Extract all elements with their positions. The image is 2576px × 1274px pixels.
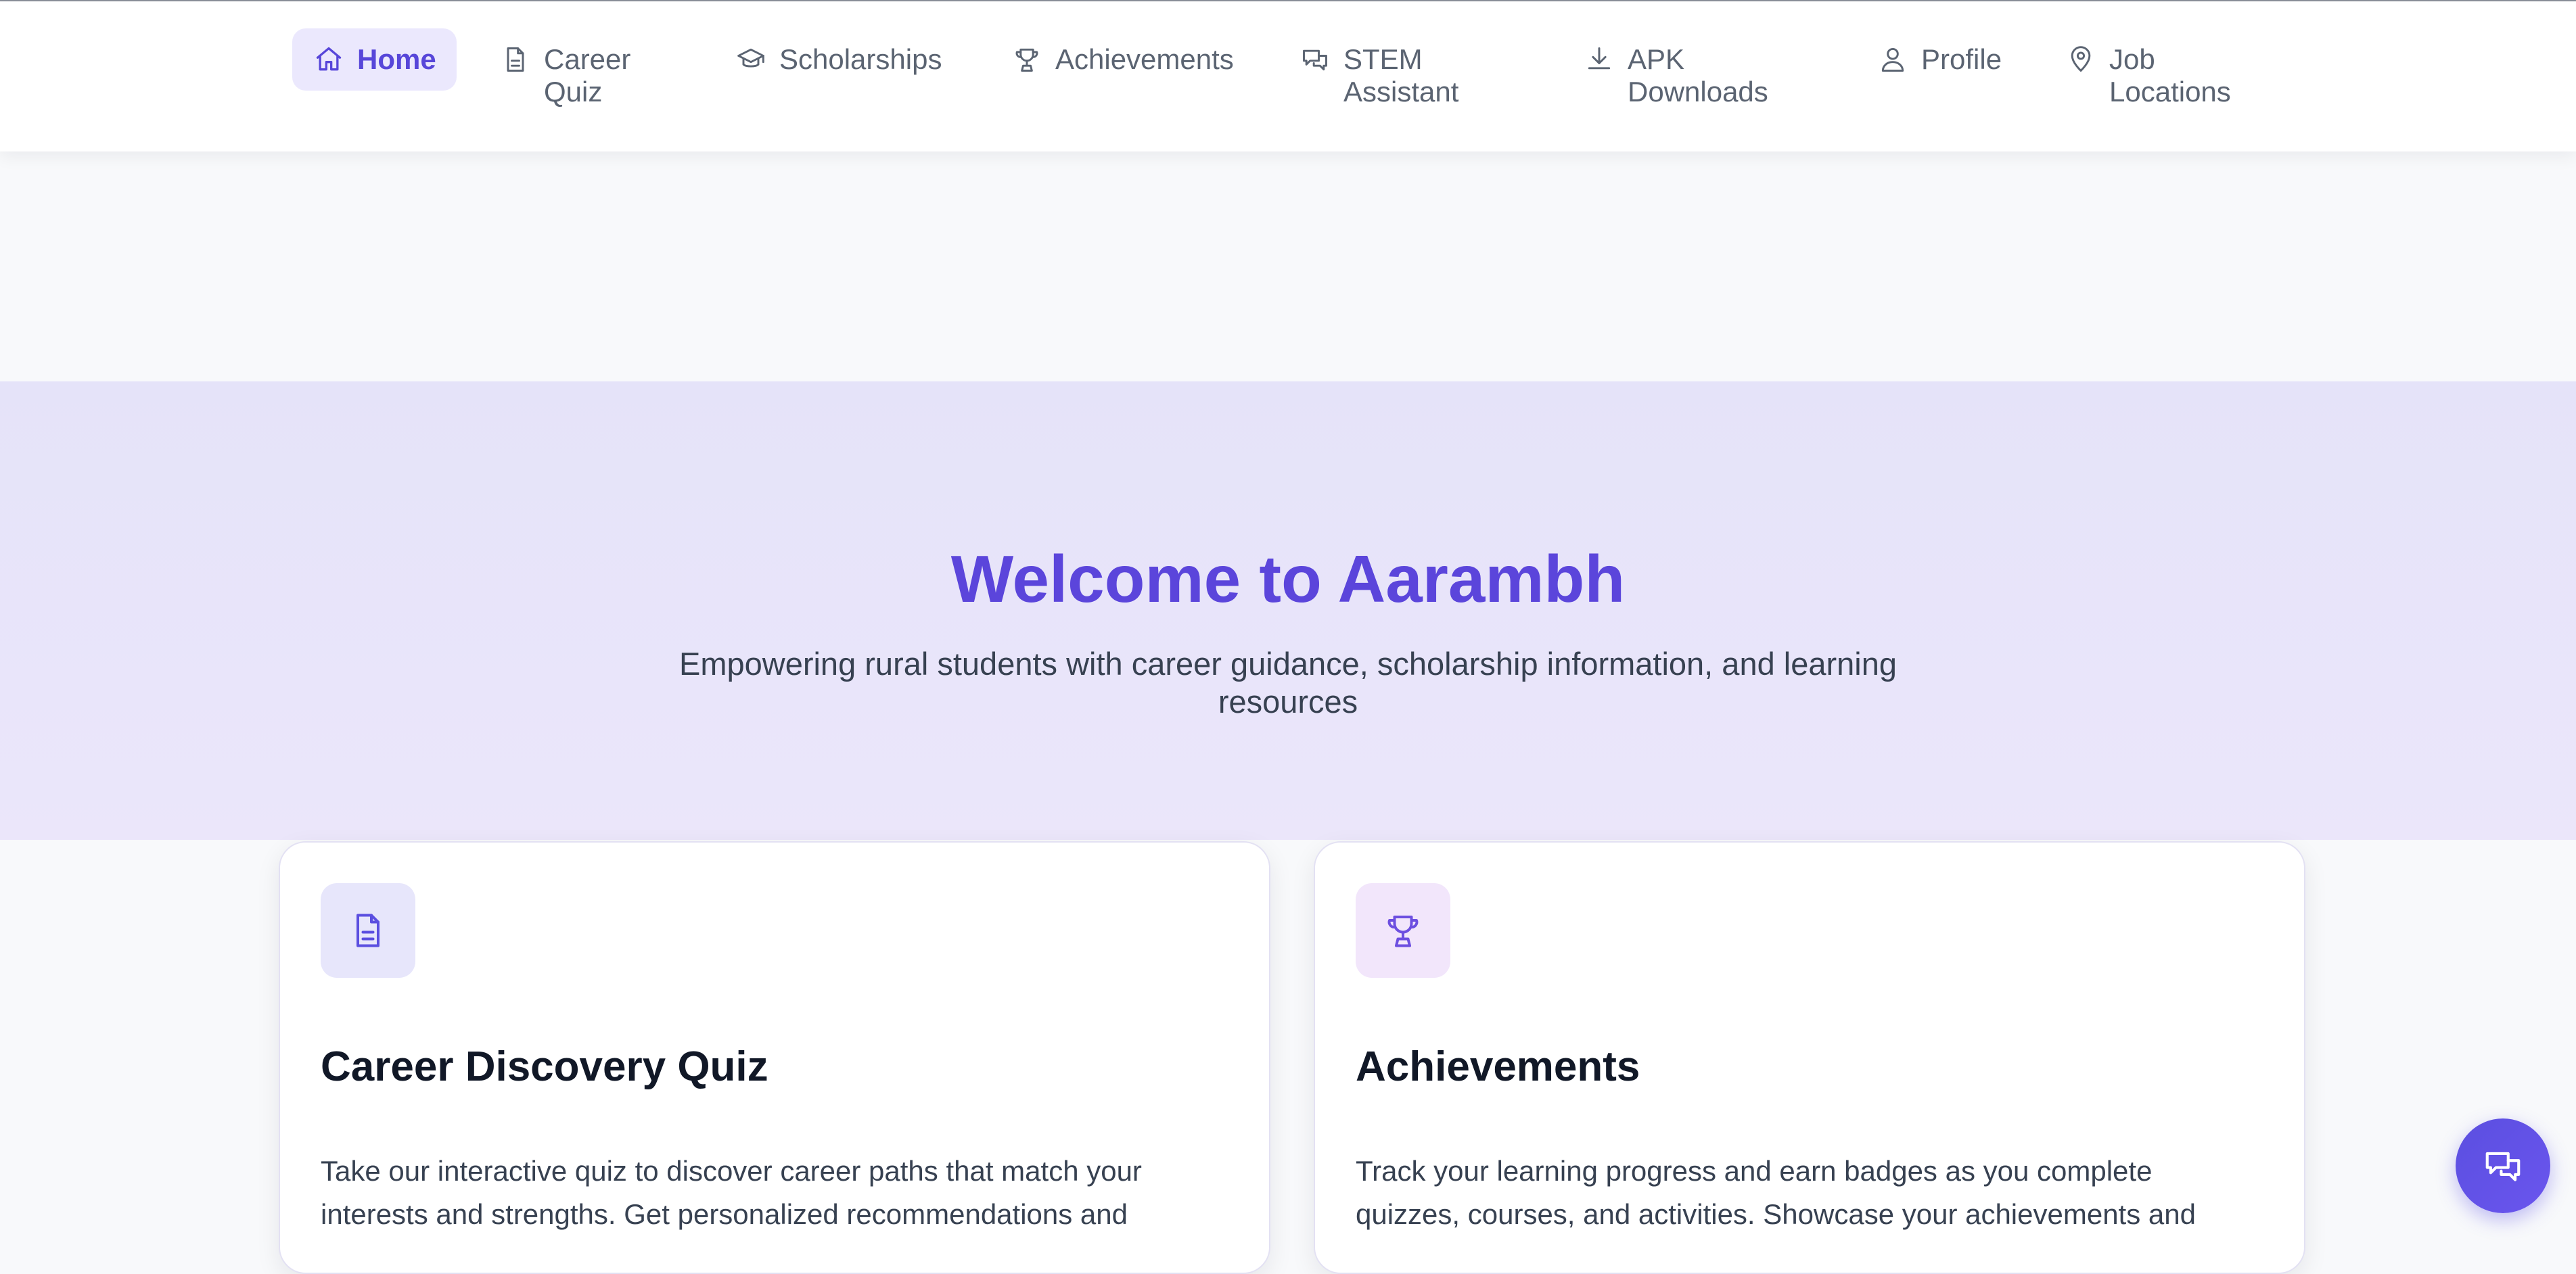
card-icon-container bbox=[321, 883, 415, 978]
career-quiz-card[interactable]: Career Discovery Quiz Take our interacti… bbox=[279, 841, 1270, 1274]
card-description: Take our interactive quiz to discover ca… bbox=[321, 1155, 1142, 1230]
hero-subtitle: Empowering rural students with career gu… bbox=[678, 646, 1898, 719]
card-title: Career Discovery Quiz bbox=[321, 1043, 768, 1090]
nav-item-label: APK Downloads bbox=[1628, 43, 1768, 108]
nav-item-profile[interactable]: Profile bbox=[1877, 28, 2002, 91]
nav-item-scholarships[interactable]: Scholarships bbox=[735, 28, 942, 91]
nav-items-container: Home Career Quiz Scholarships Achievemen… bbox=[292, 28, 2315, 110]
document-icon bbox=[356, 914, 380, 947]
nav-item-job-locations[interactable]: Job Locations bbox=[2065, 28, 2231, 108]
home-icon bbox=[313, 43, 345, 76]
graduation-cap-icon bbox=[735, 43, 767, 76]
chat-assistant-button[interactable] bbox=[2456, 1118, 2550, 1213]
nav-item-apk-downloads[interactable]: APK Downloads bbox=[1583, 28, 1768, 108]
nav-item-label: Profile bbox=[1921, 43, 2002, 75]
nav-item-label: Achievements bbox=[1055, 43, 1234, 75]
nav-item-label: Career Quiz bbox=[544, 43, 631, 108]
top-navigation-bar: Home Career Quiz Scholarships Achievemen… bbox=[0, 1, 2576, 151]
download-icon bbox=[1583, 43, 1615, 76]
map-pin-icon bbox=[2065, 43, 2097, 76]
nav-item-label: Job Locations bbox=[2109, 43, 2231, 108]
trophy-icon bbox=[1387, 916, 1419, 947]
card-icon-container bbox=[1356, 883, 1450, 978]
hero-section: Welcome to Aarambh Empowering rural stud… bbox=[0, 381, 2576, 840]
nav-item-stem-assistant[interactable]: STEM Assistant bbox=[1299, 28, 1458, 108]
nav-item-achievements[interactable]: Achievements bbox=[1011, 28, 1234, 91]
chat-icon bbox=[1299, 43, 1331, 76]
user-icon bbox=[1877, 43, 1909, 76]
hero-title: Welcome to Aarambh bbox=[950, 542, 1626, 616]
trophy-icon bbox=[1011, 43, 1043, 76]
nav-item-home[interactable]: Home bbox=[292, 28, 457, 91]
nav-item-label: Home bbox=[357, 43, 436, 75]
card-description: Track your learning progress and earn ba… bbox=[1356, 1155, 2196, 1230]
nav-item-career-quiz[interactable]: Career Quiz bbox=[499, 28, 630, 108]
chat-icon bbox=[2485, 1152, 2521, 1181]
card-title: Achievements bbox=[1356, 1043, 1640, 1090]
document-icon bbox=[499, 43, 532, 76]
nav-item-label: STEM Assistant bbox=[1343, 43, 1459, 108]
nav-item-label: Scholarships bbox=[779, 43, 942, 75]
achievements-card[interactable]: Achievements Track your learning progres… bbox=[1314, 841, 2305, 1274]
